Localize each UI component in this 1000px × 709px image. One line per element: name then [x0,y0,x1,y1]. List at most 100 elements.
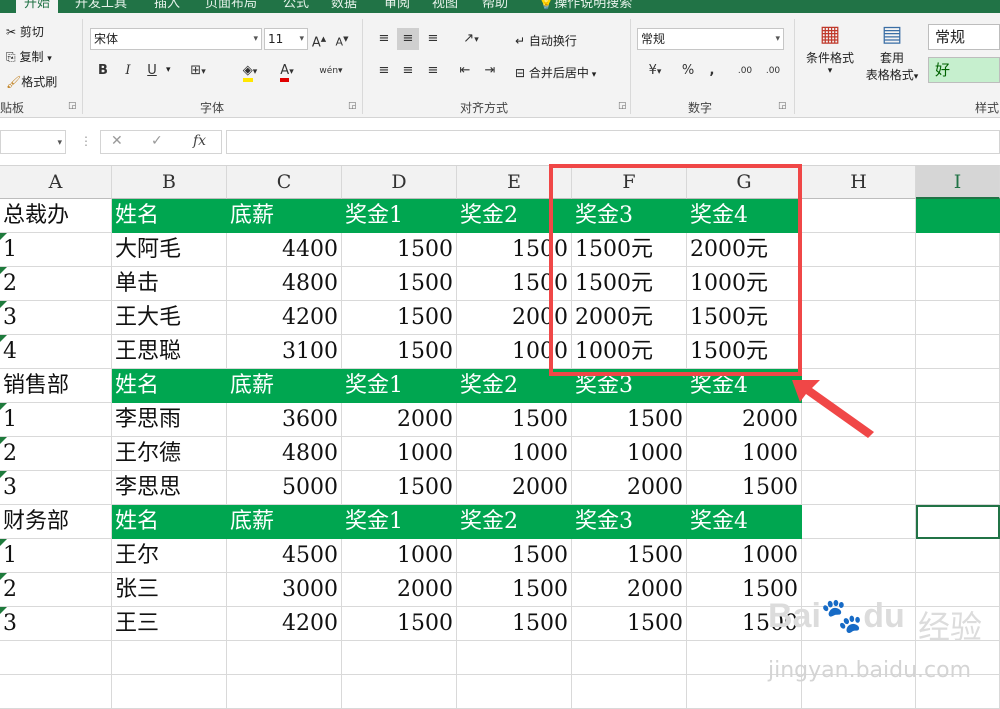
cell-b8[interactable]: 王尔德 [112,437,227,471]
phonetic-button[interactable]: wén▾ [316,60,346,82]
wrap-text-button[interactable]: ↵ 自动换行 [515,32,577,49]
italic-button[interactable]: I [119,60,137,82]
cell-d6[interactable]: 奖金1 [342,369,457,403]
cell-c15[interactable] [227,675,342,709]
decrease-decimal-button[interactable]: .00 [762,60,784,82]
cell-b5[interactable]: 王思聪 [112,335,227,369]
tell-me-search[interactable]: 💡操作说明搜索 [538,0,632,13]
column-header-c[interactable]: C [227,166,342,199]
cell-b9[interactable]: 李思思 [112,471,227,505]
cell-d12[interactable]: 2000 [342,573,457,607]
cell-e9[interactable]: 2000 [457,471,572,505]
cancel-icon[interactable]: ✕ [111,131,123,151]
number-launcher-icon[interactable]: ◲ [778,101,787,111]
percent-button[interactable]: % [678,60,698,82]
cell-e14[interactable] [457,641,572,675]
cell-d11[interactable]: 1000 [342,539,457,573]
cell-c11[interactable]: 4500 [227,539,342,573]
insert-function-icon[interactable]: fx [193,131,206,151]
cell-d14[interactable] [342,641,457,675]
decrease-indent-icon[interactable]: ⇤ [454,60,476,82]
font-launcher-icon[interactable]: ◲ [348,101,357,111]
align-top-icon[interactable]: ≡ [373,28,395,50]
cell-i6[interactable] [916,369,1000,403]
cell-f7[interactable]: 1500 [572,403,687,437]
cell-g8[interactable]: 1000 [687,437,802,471]
cell-i7[interactable] [916,403,1000,437]
cell-b3[interactable]: 单击 [112,267,227,301]
tab-review[interactable]: 审阅 [384,0,410,13]
underline-button[interactable]: U [143,60,161,82]
cut-button[interactable]: ✂ 剪切 [6,23,44,40]
cell-f12[interactable]: 2000 [572,573,687,607]
cell-e7[interactable]: 1500 [457,403,572,437]
fill-color-button[interactable]: ◈▾ [233,60,267,82]
tab-data[interactable]: 数据 [331,0,357,13]
tab-home[interactable]: 开始 [16,0,59,13]
cell-i9[interactable] [916,471,1000,505]
style-normal[interactable]: 常规 [928,24,1000,50]
cell-c7[interactable]: 3600 [227,403,342,437]
cell-c13[interactable]: 4200 [227,607,342,641]
cell-f8[interactable]: 1000 [572,437,687,471]
cell-a8[interactable]: 2 [0,437,112,471]
cell-d4[interactable]: 1500 [342,301,457,335]
cell-b2[interactable]: 大阿毛 [112,233,227,267]
cell-c5[interactable]: 3100 [227,335,342,369]
cell-f13[interactable]: 1500 [572,607,687,641]
cell-a14[interactable] [0,641,112,675]
cell-g11[interactable]: 1000 [687,539,802,573]
tab-help[interactable]: 帮助 [482,0,508,13]
comma-style-button[interactable]: , [704,60,720,82]
cell-i2[interactable] [916,233,1000,267]
cell-a15[interactable] [0,675,112,709]
cell-h1[interactable] [802,199,916,233]
tab-insert[interactable]: 插入 [154,0,180,13]
cell-c2[interactable]: 4400 [227,233,342,267]
align-middle-icon[interactable]: ≡ [397,28,419,50]
cell-d3[interactable]: 1500 [342,267,457,301]
cell-d8[interactable]: 1000 [342,437,457,471]
cell-i3[interactable] [916,267,1000,301]
cell-c6[interactable]: 底薪 [227,369,342,403]
style-good[interactable]: 好 [928,57,1000,83]
cell-c14[interactable] [227,641,342,675]
cell-d7[interactable]: 2000 [342,403,457,437]
cell-e13[interactable]: 1500 [457,607,572,641]
cell-c9[interactable]: 5000 [227,471,342,505]
cell-b14[interactable] [112,641,227,675]
cell-a13[interactable]: 3 [0,607,112,641]
cell-a12[interactable]: 2 [0,573,112,607]
cell-c1[interactable]: 底薪 [227,199,342,233]
cell-i5[interactable] [916,335,1000,369]
cell-b12[interactable]: 张三 [112,573,227,607]
font-color-button[interactable]: A▾ [272,60,302,82]
cell-b10[interactable]: 姓名 [112,505,227,539]
cell-a10[interactable]: 财务部 [0,505,112,539]
cell-i4[interactable] [916,301,1000,335]
cell-a4[interactable]: 3 [0,301,112,335]
format-painter-button[interactable]: 🖌格式刷 [6,73,57,90]
cell-f9[interactable]: 2000 [572,471,687,505]
cell-h11[interactable] [802,539,916,573]
cell-f11[interactable]: 1500 [572,539,687,573]
align-left-icon[interactable]: ≡ [373,60,395,82]
name-box[interactable]: ▾ [0,130,66,154]
cell-d1[interactable]: 奖金1 [342,199,457,233]
cell-e11[interactable]: 1500 [457,539,572,573]
cell-b1[interactable]: 姓名 [112,199,227,233]
cell-g9[interactable]: 1500 [687,471,802,505]
increase-indent-icon[interactable]: ⇥ [479,60,501,82]
cell-b11[interactable]: 王尔 [112,539,227,573]
conditional-format-button[interactable]: ▦ 条件格式 ▾ [802,21,858,76]
column-header-b[interactable]: B [112,166,227,199]
bold-button[interactable]: B [94,60,112,82]
cell-a1[interactable]: 总裁办 [0,199,112,233]
cell-f10[interactable]: 奖金3 [572,505,687,539]
cell-a7[interactable]: 1 [0,403,112,437]
formula-input[interactable] [226,130,1000,154]
enter-check-icon[interactable]: ✓ [151,131,163,151]
align-right-icon[interactable]: ≡ [422,60,444,82]
cell-h9[interactable] [802,471,916,505]
cell-b15[interactable] [112,675,227,709]
